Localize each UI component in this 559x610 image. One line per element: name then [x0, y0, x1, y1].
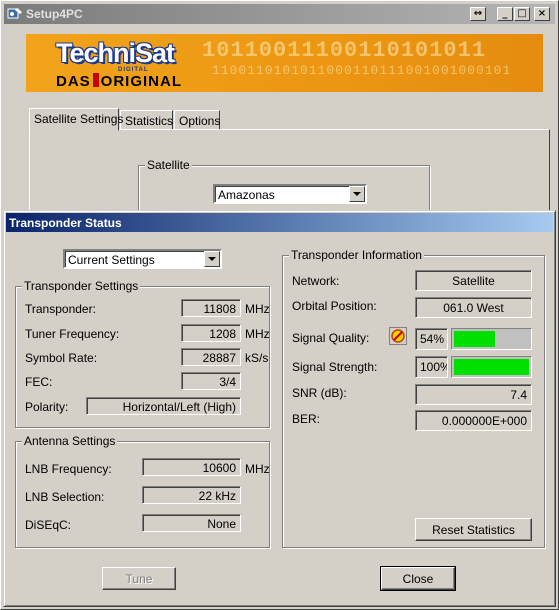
diseqc-value: None	[142, 514, 241, 532]
ber-value: 0.000000E+000	[415, 410, 532, 431]
antenna-settings-group: Antenna Settings LNB Frequency: 10600 MH…	[15, 434, 270, 548]
maximize-icon[interactable]: □	[514, 7, 530, 21]
signal-quality-label: Signal Quality:	[292, 331, 370, 345]
transponder-value: 11808	[181, 299, 241, 317]
signal-strength-percent: 100%	[415, 356, 448, 378]
snr-value: 7.4	[415, 384, 532, 405]
polarity-label: Polarity:	[25, 400, 69, 414]
symbol-rate-label: Symbol Rate:	[25, 351, 98, 365]
transponder-status-dialog: Transponder Status Current Settings Tran…	[3, 210, 556, 607]
antenna-settings-label: Antenna Settings	[22, 434, 118, 448]
satellite-select-value: Amazonas	[218, 188, 275, 202]
network-value: Satellite	[415, 270, 532, 291]
network-label: Network:	[292, 274, 340, 288]
tuner-frequency-value: 1208	[181, 324, 241, 342]
signal-strength-fill	[454, 359, 529, 375]
polarity-value: Horizontal/Left (High)	[86, 397, 241, 415]
brand-name: TechniSat	[56, 38, 175, 68]
satellite-group-label: Satellite	[145, 158, 192, 172]
lnb-selection-value: 22 kHz	[142, 486, 241, 504]
setup4pc-titlebar[interactable]: Setup4PC ↔ _ □ ×	[4, 4, 555, 24]
tuner-frequency-label: Tuner Frequency:	[25, 327, 120, 341]
mode-select[interactable]: Current Settings	[63, 249, 222, 269]
tuner-frequency-unit: MHz	[245, 327, 270, 341]
signal-quality-bar	[451, 328, 532, 350]
transponder-settings-label: Transponder Settings	[22, 279, 141, 293]
fec-value: 3/4	[181, 372, 241, 390]
technisat-banner: 10110011100110101011 1100110101011000110…	[26, 34, 543, 92]
lnb-frequency-label: LNB Frequency:	[25, 462, 112, 476]
transponder-settings-group: Transponder Settings Transponder: 11808 …	[15, 279, 270, 428]
restore-icon[interactable]: ↔	[470, 7, 486, 21]
transponder-information-label: Transponder Information	[289, 248, 424, 262]
chevron-down-icon[interactable]	[204, 251, 220, 267]
close-button[interactable]: Close	[380, 566, 456, 591]
symbol-rate-value: 28887	[181, 348, 241, 366]
fec-label: FEC:	[25, 375, 53, 389]
technisat-logo: TechniSat DIGITAL DAS ORIGINAL	[28, 36, 206, 90]
ber-label: BER:	[292, 412, 321, 426]
app-icon	[7, 8, 22, 19]
signal-strength-bar	[451, 356, 532, 378]
snr-label: SNR (dB):	[292, 386, 347, 400]
tab-satellite-settings[interactable]: Satellite Settings	[29, 108, 123, 131]
banner-binary-top: 10110011100110101011	[202, 38, 487, 63]
transponder-information-group: Transponder Information Network: Satelli…	[282, 248, 545, 548]
tab-options[interactable]: Options	[174, 110, 220, 130]
minimize-icon[interactable]: _	[497, 7, 513, 21]
diseqc-label: DiSEqC:	[25, 518, 72, 532]
close-icon[interactable]: ×	[534, 7, 550, 21]
orbital-position-label: Orbital Position:	[292, 299, 377, 313]
satellite-select[interactable]: Amazonas	[213, 184, 367, 204]
lnb-selection-label: LNB Selection:	[25, 490, 105, 504]
banner-binary-bottom: 1100110101011000110111001001000101	[212, 63, 512, 78]
tab-statistics[interactable]: Statistics	[120, 110, 173, 130]
transponder-unit: MHz	[245, 302, 270, 316]
signal-warning-icon[interactable]	[389, 327, 407, 345]
reset-statistics-button[interactable]: Reset Statistics	[415, 518, 532, 541]
lnb-frequency-unit: MHz	[245, 462, 270, 476]
dialog-title: Transponder Status	[9, 216, 122, 230]
mode-select-value: Current Settings	[68, 253, 155, 267]
signal-quality-percent: 54%	[415, 328, 448, 350]
transponder-label: Transponder:	[25, 302, 96, 316]
lnb-frequency-value: 10600	[142, 458, 241, 476]
window-title: Setup4PC	[26, 7, 83, 21]
symbol-rate-unit: kS/s	[245, 351, 269, 365]
tune-button[interactable]: Tune	[102, 567, 176, 590]
dialog-titlebar[interactable]: Transponder Status	[6, 213, 553, 232]
brand-slogan: DAS ORIGINAL	[56, 73, 183, 90]
orbital-position-value: 061.0 West	[415, 297, 532, 318]
chevron-down-icon[interactable]	[349, 186, 365, 202]
signal-strength-label: Signal Strength:	[292, 360, 378, 374]
signal-quality-fill	[454, 331, 495, 347]
